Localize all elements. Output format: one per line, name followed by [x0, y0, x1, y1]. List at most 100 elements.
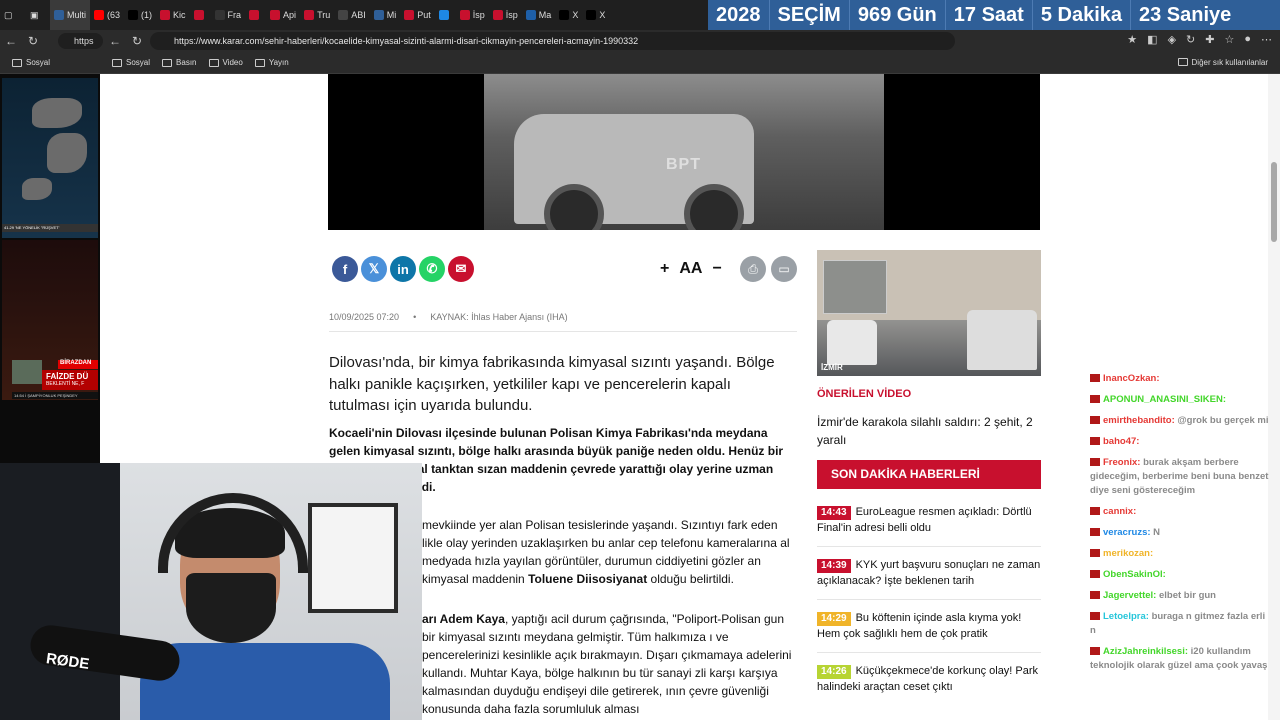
tab-favicon-icon: [586, 10, 597, 20]
browser-tab[interactable]: Put: [400, 0, 435, 30]
refresh-icon[interactable]: ↻: [1186, 33, 1195, 46]
browser-tab[interactable]: (63: [90, 0, 124, 30]
breaking-news-item[interactable]: 14:39 KYK yurt başvuru sonuçları ne zaman…: [817, 557, 1041, 589]
more-menu-icon[interactable]: ⋯: [1261, 33, 1272, 46]
chat-text: elbet bir gun: [1158, 590, 1216, 601]
whatsapp-share-button[interactable]: ✆: [419, 256, 445, 282]
browser-tab[interactable]: [190, 0, 211, 30]
tab-favicon-icon: [128, 10, 139, 20]
tab-label: X: [572, 10, 579, 20]
browser-tab[interactable]: Fra: [211, 0, 246, 30]
chat-text: N: [1153, 527, 1161, 538]
article-paragraph-2: arı Adem Kaya, yaptığı acil durum çağrıs…: [422, 610, 800, 718]
chat-badge-icon: [1090, 416, 1100, 425]
news-time: 14:39: [817, 559, 851, 573]
comment-icon[interactable]: ▭: [771, 256, 797, 282]
chat-message: cannix:: [1090, 505, 1270, 519]
linkedin-share-button[interactable]: in: [390, 256, 416, 282]
bookmark-folder-sosyal-left[interactable]: Sosyal: [12, 58, 50, 67]
browser-tab[interactable]: X: [582, 0, 609, 30]
browser-tab[interactable]: Multi: [50, 0, 91, 30]
secondary-url-field[interactable]: https: [58, 33, 103, 49]
chat-message: Freonix: burak akşam berbere gideceğim, …: [1090, 456, 1270, 498]
browser-tab[interactable]: İsp: [489, 0, 522, 30]
tab-label: Kic: [173, 10, 186, 20]
divider: [817, 599, 1041, 600]
bookmark-folder-sosyal[interactable]: Sosyal: [112, 58, 150, 67]
chat-message: APONUN_ANASINI_SIKEN:: [1090, 393, 1270, 407]
tab-label: Tru: [317, 10, 331, 20]
font-decrease-button[interactable]: −: [712, 260, 721, 278]
breaking-news-item[interactable]: 14:29 Bu köftenin içinde asla kıyma yok! …: [817, 610, 1041, 642]
article-video-player[interactable]: BPT: [328, 74, 1040, 230]
news-lower-third: FAİZDE DÜ BEKLENTİ NE, F: [42, 370, 98, 390]
paragraph-text: olduğu belirtildi.: [647, 572, 734, 586]
url-text: https://www.karar.com/sehir-haberleri/ko…: [174, 36, 639, 46]
map-land: [22, 178, 52, 200]
browser-tab[interactable]: Mi: [370, 0, 401, 30]
x-share-button[interactable]: 𝕏: [361, 256, 387, 282]
browser-tab[interactable]: ABI: [334, 0, 370, 30]
browser-tab[interactable]: [435, 0, 456, 30]
puzzle-icon[interactable]: ✚: [1205, 33, 1214, 46]
chat-badge-icon: [1090, 549, 1100, 558]
recommended-video-title[interactable]: İzmir'de karakola silahlı saldırı: 2 şeh…: [817, 413, 1041, 449]
article-paragraph-1: mevkiinde yer alan Polisan tesislerinde …: [422, 516, 800, 588]
scrollbar-thumb[interactable]: [1271, 162, 1277, 242]
font-increase-button[interactable]: +: [660, 260, 669, 278]
star-icon[interactable]: ★: [1127, 33, 1137, 46]
browser-tab[interactable]: Ma: [522, 0, 556, 30]
reload-icon-secondary[interactable]: ↻: [126, 30, 148, 52]
news-bottom-ticker: 14:54 İ ŞAMPİYONLUK PEŞİNDEY: [12, 392, 98, 399]
thumbnail-inset: [823, 260, 887, 314]
bookmark-folder-basin[interactable]: Basın: [162, 58, 197, 67]
tab-actions-button[interactable]: ▣: [26, 0, 50, 30]
browser-tab[interactable]: (1): [124, 0, 156, 30]
shield-icon[interactable]: ◈: [1168, 33, 1176, 46]
bookmarks-bar: Sosyal Sosyal Basın Video Yayın Diğer sı…: [0, 52, 1280, 74]
lower-third-title: FAİZDE DÜ: [46, 372, 89, 381]
chat-message: merikozan:: [1090, 547, 1270, 561]
extension-icon[interactable]: ◧: [1147, 33, 1157, 46]
paragraph-bold: arı Adem Kaya: [422, 612, 505, 626]
browser-tab[interactable]: Tru: [300, 0, 334, 30]
browser-tab[interactable]: [245, 0, 266, 30]
profile-avatar[interactable]: ●: [1244, 33, 1251, 46]
news-ticker: 41.29 'NE YÖNELİK "RÜŞVET': [2, 224, 98, 232]
reload-icon[interactable]: ↻: [22, 30, 44, 52]
countdown-label: SEÇİM: [770, 0, 850, 30]
webcam-wall-frame: [308, 503, 398, 613]
facebook-share-button[interactable]: f: [332, 256, 358, 282]
back-arrow-icon[interactable]: ←: [0, 30, 22, 52]
bookmark-label: Sosyal: [126, 58, 151, 67]
breaking-news-item[interactable]: 14:43 EuroLeague resmen açıkladı: Dörtlü …: [817, 504, 1041, 536]
other-bookmarks[interactable]: Diğer sık kullanılanlar: [1177, 58, 1268, 67]
chat-username: emirthebandito:: [1103, 415, 1175, 426]
tab-label: İsp: [505, 10, 518, 20]
divider: [817, 652, 1041, 653]
back-arrow-icon-secondary[interactable]: ←: [104, 30, 126, 52]
favorites-icon[interactable]: ☆: [1224, 33, 1234, 46]
recommended-video-thumbnail[interactable]: İZMİR: [817, 250, 1041, 376]
font-size-controls: + AA −: [660, 260, 722, 278]
breaking-news-item[interactable]: 14:26 Küçükçekmece'de korkunç olay! Park …: [817, 663, 1041, 695]
browser-tab[interactable]: Kic: [156, 0, 190, 30]
bookmark-folder-video[interactable]: Video: [208, 58, 243, 67]
paragraph-text: , yaptığı acil durum çağrısında, "Polipo…: [422, 612, 792, 716]
workspace-button[interactable]: ▢: [0, 0, 26, 30]
chat-badge-icon: [1090, 395, 1100, 404]
browser-tab[interactable]: Api: [266, 0, 300, 30]
url-input[interactable]: https://www.karar.com/sehir-haberleri/ko…: [150, 32, 955, 50]
countdown-hours: 17 Saat: [946, 0, 1033, 30]
email-share-button[interactable]: ✉: [448, 256, 474, 282]
print-icon[interactable]: ⎙: [740, 256, 766, 282]
article-lead: Dilovası'nda, bir kimya fabrikasında kim…: [329, 354, 775, 414]
browser-tab[interactable]: İsp: [456, 0, 489, 30]
thumbnail-car: [967, 310, 1037, 370]
chat-badge-icon: [1090, 591, 1100, 600]
chat-username: merikozan:: [1103, 548, 1154, 559]
browser-tab[interactable]: X: [555, 0, 582, 30]
bookmark-label: Basın: [176, 58, 197, 67]
webcam-background: [0, 463, 120, 720]
bookmark-folder-yayin[interactable]: Yayın: [254, 58, 289, 67]
